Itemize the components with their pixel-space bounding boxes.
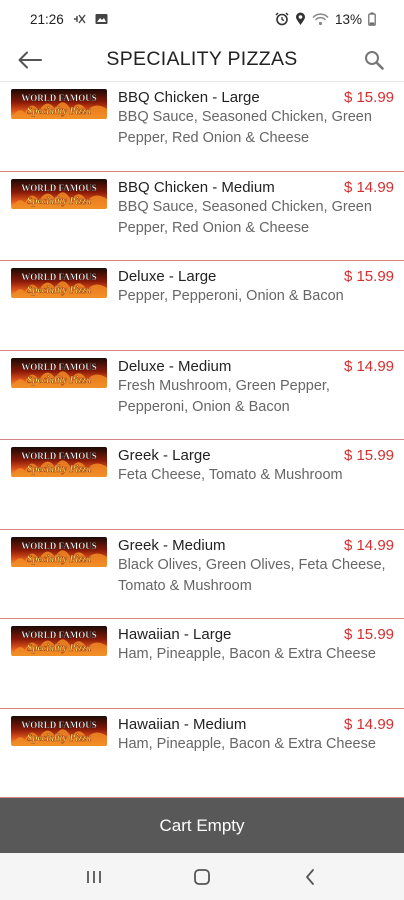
- item-price: $ 15.99: [343, 268, 394, 285]
- search-icon: [365, 50, 384, 70]
- recent-apps-icon: [87, 870, 101, 883]
- item-price: $ 15.99: [343, 447, 394, 464]
- item-name: BBQ Chicken - Medium: [118, 178, 275, 196]
- menu-item[interactable]: WORLD FAMOUS Speciality Pizza Hawaiian -…: [0, 619, 404, 709]
- recent-apps-button[interactable]: [69, 857, 119, 897]
- cart-label: Cart Empty: [159, 815, 245, 835]
- status-time: 21:26: [30, 11, 64, 27]
- photo-icon: [95, 13, 108, 25]
- svg-text:Speciality Pizza: Speciality Pizza: [27, 733, 91, 744]
- home-icon: [194, 868, 210, 885]
- back-button[interactable]: [0, 38, 60, 82]
- mute-icon: [73, 13, 86, 25]
- cart-button[interactable]: Cart Empty: [0, 798, 404, 853]
- pizza-logo-thumbnail: WORLD FAMOUS Speciality Pizza: [11, 357, 107, 388]
- search-button[interactable]: [344, 38, 404, 82]
- pizza-logo-thumbnail: WORLD FAMOUS Speciality Pizza: [11, 447, 107, 477]
- home-button[interactable]: [177, 857, 227, 897]
- item-description: Ham, Pineapple, Bacon & Extra Cheese: [118, 646, 376, 662]
- page-title: SPECIALITY PIZZAS: [106, 48, 298, 70]
- svg-text:Speciality Pizza: Speciality Pizza: [27, 554, 91, 565]
- svg-text:WORLD FAMOUS: WORLD FAMOUS: [21, 541, 97, 551]
- battery-icon: [368, 12, 376, 26]
- back-nav-button[interactable]: [285, 857, 335, 897]
- battery-percent: 13%: [334, 11, 362, 27]
- item-description: BBQ Sauce, Seasoned Chicken, Green Peppe…: [118, 109, 372, 146]
- pizza-logo-thumbnail: WORLD FAMOUS Speciality Pizza: [11, 268, 107, 298]
- item-name: Hawaiian - Large: [118, 626, 232, 643]
- svg-text:WORLD FAMOUS: WORLD FAMOUS: [21, 720, 97, 730]
- arrow-left-icon: [18, 51, 42, 68]
- item-price: $ 14.99: [343, 357, 394, 375]
- item-price: $ 14.99: [343, 178, 394, 196]
- svg-text:WORLD FAMOUS: WORLD FAMOUS: [21, 362, 97, 372]
- item-name: Hawaiian - Medium: [118, 715, 247, 733]
- item-name: Greek - Large: [118, 447, 211, 464]
- menu-item[interactable]: WORLD FAMOUS Speciality Pizza BBQ Chicke…: [0, 172, 404, 261]
- pizza-logo-thumbnail: WORLD FAMOUS Speciality Pizza: [11, 715, 107, 746]
- wifi-icon: [312, 12, 329, 26]
- item-description: Pepper, Pepperoni, Onion & Bacon: [118, 288, 344, 304]
- back-nav-icon: [306, 868, 314, 885]
- svg-text:Speciality Pizza: Speciality Pizza: [27, 285, 91, 296]
- pizza-logo-thumbnail: WORLD FAMOUS Speciality Pizza: [11, 626, 107, 656]
- item-price: $ 15.99: [343, 626, 394, 643]
- svg-text:Speciality Pizza: Speciality Pizza: [27, 464, 91, 475]
- item-description: Fresh Mushroom, Green Pepper, Pepperoni,…: [118, 377, 330, 415]
- svg-text:WORLD FAMOUS: WORLD FAMOUS: [21, 93, 97, 103]
- location-icon: [295, 12, 306, 26]
- item-description: Feta Cheese, Tomato & Mushroom: [118, 467, 343, 483]
- item-name: BBQ Chicken - Large: [118, 89, 260, 106]
- pizza-logo-thumbnail: WORLD FAMOUS Speciality Pizza: [11, 89, 107, 119]
- item-price: $ 14.99: [343, 536, 394, 554]
- svg-text:Speciality Pizza: Speciality Pizza: [27, 375, 91, 386]
- item-name: Deluxe - Large: [118, 268, 217, 285]
- menu-item[interactable]: WORLD FAMOUS Speciality Pizza Deluxe - M…: [0, 351, 404, 440]
- svg-text:Speciality Pizza: Speciality Pizza: [27, 106, 91, 117]
- svg-text:Speciality Pizza: Speciality Pizza: [27, 643, 91, 654]
- svg-text:Speciality Pizza: Speciality Pizza: [27, 196, 91, 207]
- status-bar: 21:26 13%: [0, 0, 404, 38]
- item-description: BBQ Sauce, Seasoned Chicken, Green Peppe…: [118, 198, 372, 236]
- menu-item[interactable]: WORLD FAMOUS Speciality Pizza BBQ Chicke…: [0, 82, 404, 172]
- pizza-logo-thumbnail: WORLD FAMOUS Speciality Pizza: [11, 178, 107, 209]
- item-name: Greek - Medium: [118, 536, 226, 554]
- svg-text:WORLD FAMOUS: WORLD FAMOUS: [21, 451, 97, 461]
- menu-item[interactable]: WORLD FAMOUS Speciality Pizza Deluxe - L…: [0, 261, 404, 351]
- menu-list: WORLD FAMOUS Speciality Pizza BBQ Chicke…: [0, 82, 404, 798]
- item-price: $ 15.99: [343, 89, 394, 106]
- item-description: Ham, Pineapple, Bacon & Extra Cheese: [118, 735, 376, 752]
- app-bar: SPECIALITY PIZZAS: [0, 38, 404, 82]
- item-price: $ 14.99: [343, 715, 394, 733]
- item-name: Deluxe - Medium: [118, 357, 232, 375]
- menu-item[interactable]: WORLD FAMOUS Speciality Pizza Greek - La…: [0, 440, 404, 530]
- svg-text:WORLD FAMOUS: WORLD FAMOUS: [21, 630, 97, 640]
- system-nav-bar: [0, 853, 404, 900]
- menu-item[interactable]: WORLD FAMOUS Speciality Pizza Greek - Me…: [0, 530, 404, 619]
- svg-text:WORLD FAMOUS: WORLD FAMOUS: [21, 272, 97, 282]
- alarm-icon: [275, 12, 289, 26]
- svg-text:WORLD FAMOUS: WORLD FAMOUS: [21, 183, 97, 193]
- item-description: Black Olives, Green Olives, Feta Cheese,…: [118, 556, 386, 594]
- pizza-logo-thumbnail: WORLD FAMOUS Speciality Pizza: [11, 536, 107, 567]
- menu-item[interactable]: WORLD FAMOUS Speciality Pizza Hawaiian -…: [0, 709, 404, 798]
